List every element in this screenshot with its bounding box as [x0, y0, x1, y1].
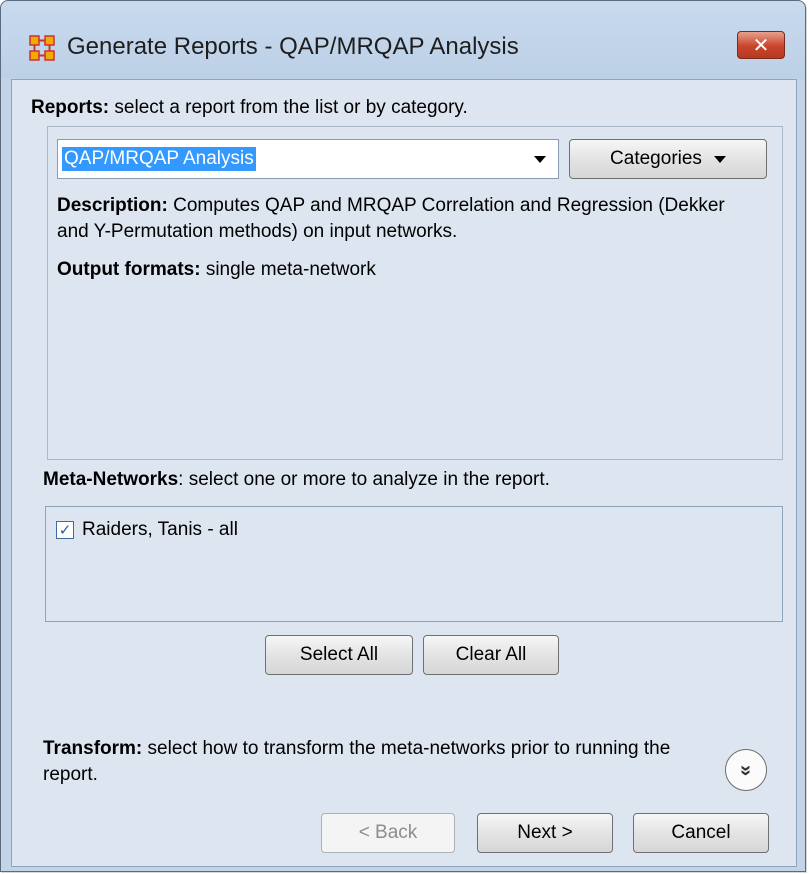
next-button[interactable]: Next >: [477, 813, 613, 853]
dropdown-arrow-icon: [713, 155, 726, 163]
meta-network-label: Raiders, Tanis - all: [82, 519, 238, 540]
output-formats-value: single meta-network: [200, 259, 376, 280]
list-item[interactable]: ✓ Raiders, Tanis - all: [56, 519, 238, 541]
clear-all-label: Clear All: [455, 644, 527, 665]
meta-networks-label-bold: Meta-Networks: [43, 469, 179, 490]
close-button[interactable]: ✕: [737, 31, 785, 59]
title-bar[interactable]: Generate Reports - QAP/MRQAP Analysis ✕: [1, 1, 805, 79]
report-select-dropdown[interactable]: QAP/MRQAP Analysis: [57, 139, 559, 179]
report-select-value: QAP/MRQAP Analysis: [62, 147, 256, 171]
select-all-button[interactable]: Select All: [265, 635, 413, 675]
next-button-label: Next >: [517, 822, 573, 843]
window-title: Generate Reports - QAP/MRQAP Analysis: [67, 33, 519, 60]
transform-description: Transform: select how to transform the m…: [43, 736, 693, 788]
reports-label: Reports: select a report from the list o…: [31, 97, 468, 119]
network-app-icon: [29, 35, 55, 61]
chevron-down-icon[interactable]: [534, 156, 546, 163]
meta-networks-label-text: : select one or more to analyze in the r…: [178, 469, 550, 490]
output-formats: Output formats: single meta-network: [57, 259, 376, 281]
transform-label: Transform:: [43, 738, 143, 759]
select-all-label: Select All: [299, 644, 379, 665]
dialog-window: Generate Reports - QAP/MRQAP Analysis ✕ …: [0, 0, 806, 872]
description-label: Description:: [57, 195, 168, 216]
back-button[interactable]: < Back: [321, 813, 455, 853]
reports-label-text: select a report from the list or by cate…: [109, 97, 468, 118]
meta-networks-list: ✓ Raiders, Tanis - all: [45, 506, 783, 622]
meta-networks-label: Meta-Networks: select one or more to ana…: [43, 469, 550, 491]
double-chevron-down-icon: »: [735, 764, 758, 776]
output-formats-label: Output formats:: [57, 259, 201, 280]
checkbox[interactable]: ✓: [56, 521, 74, 539]
back-button-label: < Back: [358, 822, 418, 843]
close-icon: ✕: [752, 34, 770, 57]
report-description: Description: Computes QAP and MRQAP Corr…: [57, 193, 757, 245]
cancel-button[interactable]: Cancel: [633, 813, 769, 853]
reports-label-bold: Reports:: [31, 97, 110, 118]
clear-all-button[interactable]: Clear All: [423, 635, 559, 675]
cancel-button-label: Cancel: [671, 822, 731, 843]
expand-transform-button[interactable]: »: [725, 749, 767, 791]
categories-button[interactable]: Categories: [569, 139, 767, 179]
categories-button-label: Categories: [610, 148, 702, 169]
